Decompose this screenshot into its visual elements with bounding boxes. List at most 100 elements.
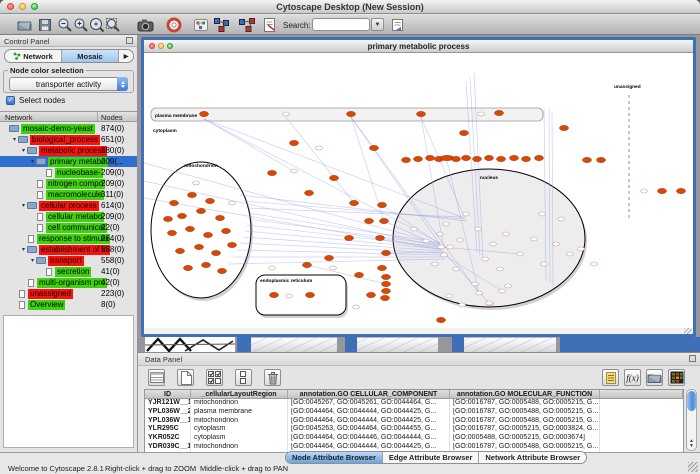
float-panel-icon[interactable] <box>126 37 133 44</box>
tab-node-attribute-browser[interactable]: Node Attribute Browser <box>286 452 383 463</box>
network-node-white[interactable] <box>453 267 460 271</box>
network-node-white[interactable] <box>459 303 466 307</box>
network-node-white[interactable] <box>411 227 418 231</box>
network-node-white[interactable] <box>541 262 548 266</box>
network-node-white[interactable] <box>503 232 510 236</box>
network-node-white[interactable] <box>505 284 512 288</box>
network-node-white[interactable] <box>423 239 430 243</box>
zoom-fit-icon[interactable] <box>105 17 121 33</box>
network-node-white[interactable] <box>437 232 444 236</box>
network-node-white[interactable] <box>567 252 574 256</box>
network-node-orange[interactable] <box>382 274 391 279</box>
network-node-orange[interactable] <box>268 170 277 175</box>
tree-item-nucleobase-[interactable]: nucleobase-209(0) <box>0 167 137 178</box>
network-node-white[interactable] <box>478 112 485 116</box>
network-edge[interactable] <box>286 117 354 203</box>
data-panel-float-icon[interactable] <box>689 355 696 362</box>
network-node-orange[interactable] <box>270 292 279 297</box>
table-row[interactable]: YPL036W__2plasma membrane[GO:0044464, GO… <box>145 408 683 417</box>
birds-eye-view-panel[interactable] <box>3 315 134 448</box>
network-node-white[interactable] <box>330 266 337 270</box>
network-node-orange[interactable] <box>216 215 225 220</box>
network-node-orange[interactable] <box>597 157 606 162</box>
close-button[interactable] <box>7 3 14 10</box>
snapshot-icon[interactable] <box>137 17 153 33</box>
zoom-out-icon[interactable] <box>57 17 73 33</box>
network-node-orange[interactable] <box>417 111 426 116</box>
network-node-orange[interactable] <box>212 250 221 255</box>
column-header[interactable]: annotation.GO CELLULAR_COMPONENT <box>288 390 450 398</box>
tree-expander-icon[interactable]: ▾ <box>20 202 27 209</box>
network-node-orange[interactable] <box>495 110 504 115</box>
zoom-selected-icon[interactable] <box>89 17 105 33</box>
tree-item-multi-organism-pro[interactable]: multi-organism pro42(0) <box>0 277 137 288</box>
tree-item-primary-metabo[interactable]: ▾primary metabo209(... <box>0 156 137 167</box>
network-node-orange[interactable] <box>462 155 471 160</box>
network-node-white[interactable] <box>553 242 560 246</box>
background-window-thumbnail[interactable] <box>145 337 235 352</box>
network-node-orange[interactable] <box>381 295 390 300</box>
tree-item-biological-process[interactable]: ▾biological_process651(0) <box>0 134 137 145</box>
tab-network[interactable]: Network <box>5 50 62 62</box>
matrix-view-icon[interactable] <box>668 369 685 386</box>
network-node-orange[interactable] <box>186 226 195 231</box>
tree-expander-icon[interactable]: ▾ <box>20 147 27 154</box>
tree-item-metabolic-process[interactable]: ▾metabolic process280(0) <box>0 145 137 156</box>
network-node-orange[interactable] <box>188 192 197 197</box>
network-node-orange[interactable] <box>170 200 179 205</box>
inner-close-button[interactable] <box>149 43 155 49</box>
search-config-icon[interactable] <box>390 17 406 33</box>
network-node-orange[interactable] <box>222 228 231 233</box>
column-header[interactable]: _cellularLayoutRegion <box>191 390 288 398</box>
network-node-orange[interactable] <box>402 157 411 162</box>
table-row[interactable]: YLR295Ccytoplasm[GO:0045263, GO:0044464,… <box>145 425 683 434</box>
network-node-orange[interactable] <box>218 268 227 273</box>
minimize-button[interactable] <box>19 3 26 10</box>
table-scrollbar[interactable]: ▲▼ <box>686 389 697 451</box>
column-header[interactable]: annotation.GO MOLECULAR_FUNCTION <box>450 390 600 398</box>
delete-attribute-icon[interactable] <box>264 369 281 386</box>
network-node-orange[interactable] <box>164 216 173 221</box>
tab-network-attribute-browser[interactable]: Network Attribute Browser <box>479 452 586 463</box>
network-node-orange[interactable] <box>365 218 374 223</box>
network-canvas[interactable]: plasma membranecytoplasmmitochondrionnuc… <box>144 53 693 328</box>
network-node-orange[interactable] <box>345 235 354 240</box>
save-session-icon[interactable] <box>37 17 53 33</box>
minimized-window-3[interactable] <box>464 337 556 352</box>
tree-item-overview[interactable]: Overview8(0) <box>0 299 137 310</box>
network-node-orange[interactable] <box>583 157 592 162</box>
tree-item-nitrogen-compo[interactable]: nitrogen compo209(0) <box>0 178 137 189</box>
tab-overflow-icon[interactable]: ▶ <box>119 50 133 62</box>
network-node-white[interactable] <box>517 252 524 256</box>
tree-expander-icon[interactable]: ▾ <box>29 158 36 165</box>
network-node-orange[interactable] <box>200 111 209 116</box>
network-node-white[interactable] <box>641 189 648 193</box>
network-node-white[interactable] <box>432 262 439 266</box>
network-node-orange[interactable] <box>168 230 177 235</box>
select-attributes-icon[interactable] <box>148 369 165 386</box>
network-node-orange[interactable] <box>176 248 185 253</box>
network-node-orange[interactable] <box>325 255 334 260</box>
network-node-orange[interactable] <box>378 265 387 270</box>
import-attributes-icon[interactable] <box>602 369 619 386</box>
scrollbar-arrows-icon[interactable]: ▲▼ <box>687 439 696 449</box>
network-node-white[interactable] <box>291 169 298 173</box>
network-node-white[interactable] <box>443 222 450 226</box>
tree-item-transport[interactable]: ▾transport558(0) <box>0 255 137 266</box>
open-session-icon[interactable] <box>16 17 32 33</box>
tree-item-mosaic-demo-yeast[interactable]: mosaic-demo-yeast874(0) <box>0 123 137 134</box>
window-resize-grip-icon[interactable] <box>688 462 698 472</box>
network-node-white[interactable] <box>475 227 482 231</box>
network-node-orange[interactable] <box>378 202 387 207</box>
network-node-orange[interactable] <box>382 288 391 293</box>
network-node-white[interactable] <box>438 245 445 249</box>
network-node-orange[interactable] <box>202 262 211 267</box>
network-node-white[interactable] <box>482 257 489 261</box>
network-node-orange[interactable] <box>206 198 215 203</box>
network-node-orange[interactable] <box>195 244 204 249</box>
network-node-white[interactable] <box>269 266 276 270</box>
formula-builder-icon[interactable]: f(x) <box>624 369 641 386</box>
search-input[interactable] <box>312 18 370 31</box>
network-node-orange[interactable] <box>658 188 667 193</box>
inner-minimize-button[interactable] <box>158 43 164 49</box>
